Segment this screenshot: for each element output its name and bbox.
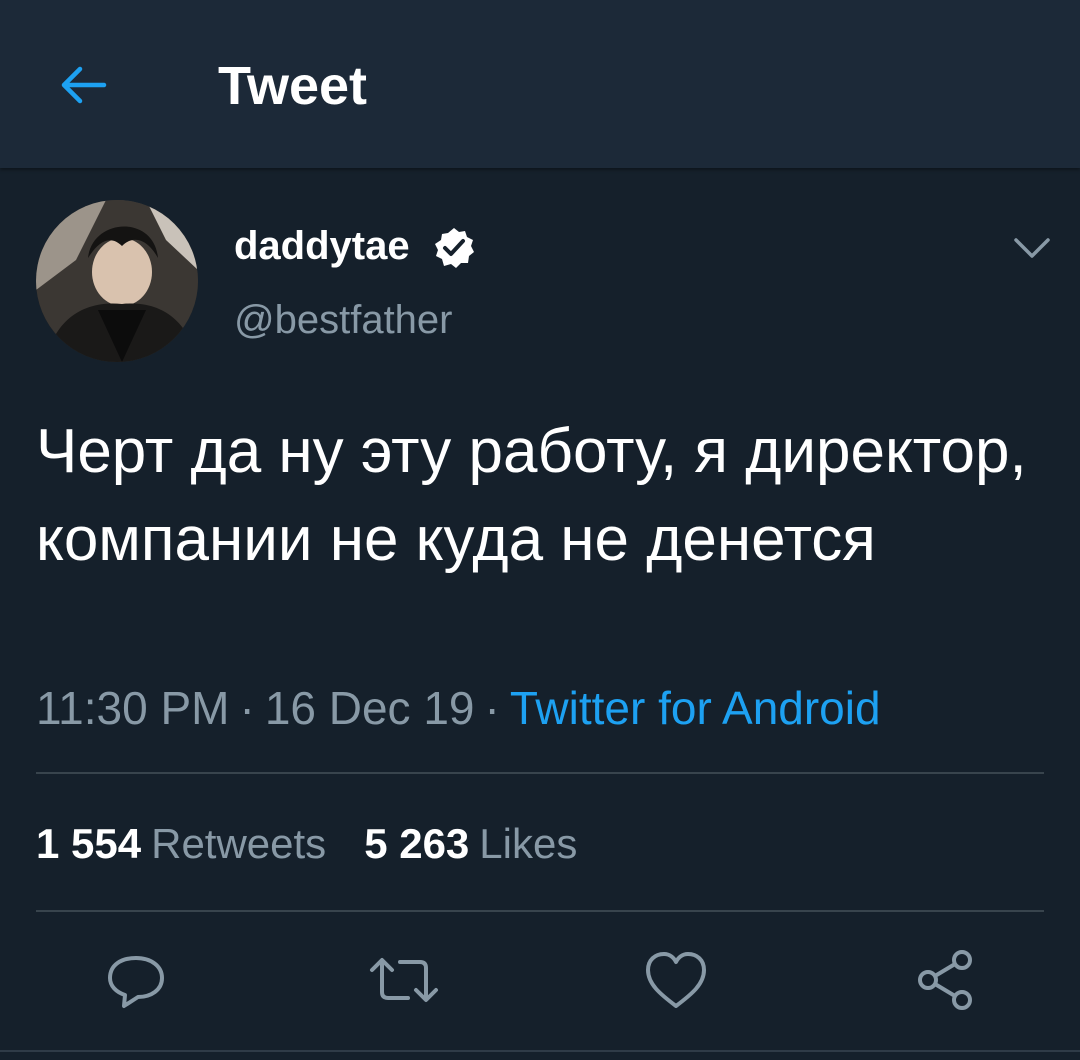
retweets-stat[interactable]: 1 554 Retweets: [36, 820, 326, 867]
share-icon: [918, 950, 972, 1010]
reply-icon: [108, 956, 164, 1008]
verified-badge-icon: [432, 226, 476, 270]
user-handle[interactable]: @bestfather: [234, 296, 453, 344]
back-button[interactable]: [56, 57, 112, 113]
chevron-down-icon: [1014, 238, 1050, 258]
avatar[interactable]: [36, 200, 198, 362]
divider: [36, 910, 1044, 912]
likes-count: 5 263: [364, 820, 470, 867]
likes-label: Likes: [479, 820, 578, 867]
divider: [36, 772, 1044, 774]
bottom-edge: [0, 1050, 1080, 1060]
tweet-text: Черт да ну эту работу, я директор, компа…: [36, 417, 1027, 574]
tweet-source-link[interactable]: Twitter for Android: [510, 682, 881, 734]
tweet-time: 11:30 PM: [36, 682, 230, 734]
likes-stat[interactable]: 5 263 Likes: [364, 820, 577, 867]
tweet-date: 16 Dec 19: [264, 682, 475, 734]
like-button[interactable]: [640, 944, 712, 1016]
tweet-screen: Tweet daddytae @bestfather Черт да ну эт…: [0, 0, 1080, 1060]
arrow-left-icon: [61, 66, 107, 104]
retweet-icon: [370, 958, 438, 1002]
tweet-actions-bar: [0, 944, 1080, 1016]
reply-button[interactable]: [100, 944, 172, 1016]
display-name[interactable]: daddytae: [234, 222, 410, 270]
retweets-label: Retweets: [151, 820, 327, 867]
tweet-meta: 11:30 PM · 16 Dec 19 · Twitter for Android: [36, 680, 881, 736]
like-icon: [646, 952, 706, 1008]
page-title: Tweet: [218, 56, 368, 116]
tweet-stats: 1 554 Retweets 5 263 Likes: [36, 816, 577, 872]
share-button[interactable]: [910, 944, 982, 1016]
retweets-count: 1 554: [36, 820, 142, 867]
meta-separator: ·: [484, 682, 500, 734]
avatar-image: [36, 200, 198, 362]
retweet-button[interactable]: [368, 944, 440, 1016]
top-app-bar: Tweet: [0, 0, 1080, 168]
tweet-menu-button[interactable]: [1010, 230, 1054, 266]
meta-separator: ·: [239, 682, 255, 734]
